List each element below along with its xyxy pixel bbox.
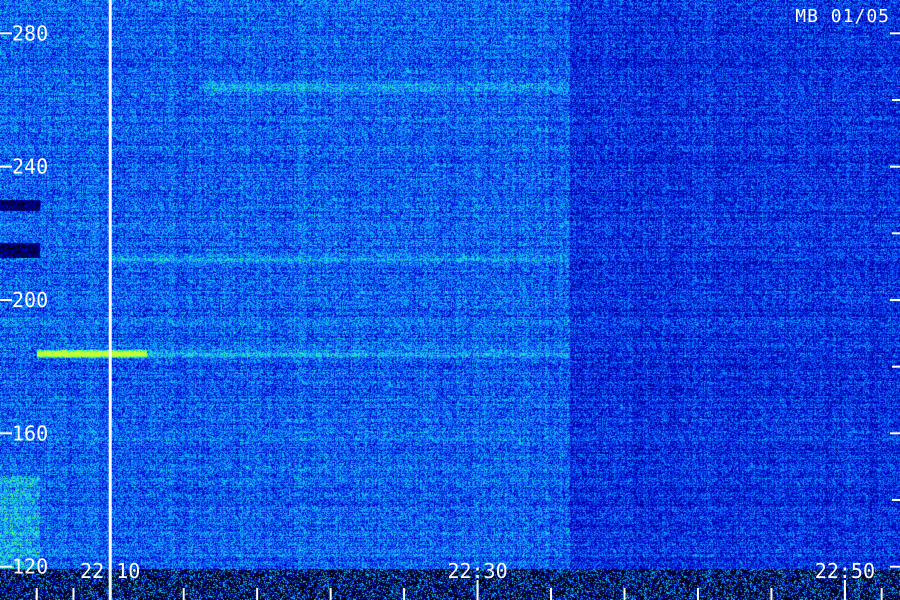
x-tick-label: 22:10 bbox=[80, 559, 140, 583]
axes-overlay: 120 160 200 240 280 22:10 22:30 22:50 bbox=[0, 0, 900, 600]
x-tick-label: 22:50 bbox=[815, 559, 875, 583]
spectrogram-panel: 120 160 200 240 280 22:10 22:30 22:50 MB 01/05 bbox=[0, 0, 900, 600]
x-tick-label: 22:30 bbox=[447, 559, 507, 583]
station-date-label: MB 01/05 bbox=[795, 6, 890, 27]
y-tick-label: 240 bbox=[12, 155, 48, 179]
y-tick-label: 200 bbox=[12, 288, 48, 312]
y-tick-label: 160 bbox=[12, 421, 48, 445]
y-tick-label: 120 bbox=[12, 555, 48, 579]
y-tick-label: 280 bbox=[12, 21, 48, 45]
